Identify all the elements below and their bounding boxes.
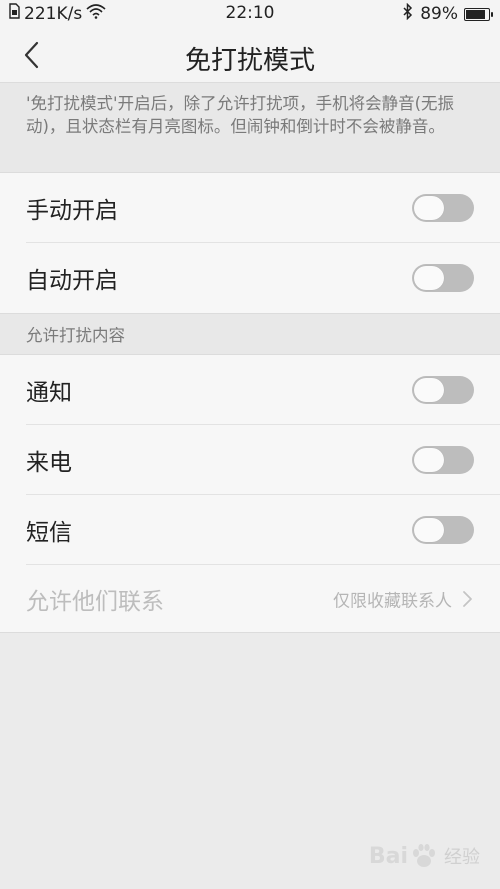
list-bottom-border <box>0 632 500 633</box>
manual-enable-toggle[interactable] <box>412 194 474 222</box>
row-sms: 短信 <box>0 495 500 565</box>
row-calls: 来电 <box>0 425 500 495</box>
status-bar: 221K/s 22:10 89% <box>0 0 500 28</box>
allowed-contacts-label: 允许他们联系 <box>26 588 164 615</box>
auto-enable-toggle[interactable] <box>412 264 474 292</box>
baidu-jingyan-watermark: Bai 经验 <box>369 843 480 869</box>
page-title: 免打扰模式 <box>184 46 315 76</box>
toggle-knob <box>414 266 444 290</box>
screen: 221K/s 22:10 89% 免打扰模式 '免打扰模式'开启后，除了允许打扰… <box>0 0 500 889</box>
chevron-right-icon <box>463 590 472 607</box>
sms-label: 短信 <box>26 520 72 546</box>
mode-description: '免打扰模式'开启后，除了允许打扰项，手机将会静音(无振动)，且状态栏有月亮图标… <box>0 83 500 173</box>
section-header-allow: 允许打扰内容 <box>0 313 500 355</box>
battery-level <box>466 9 485 19</box>
calls-label: 来电 <box>26 450 72 476</box>
row-notifications: 通知 <box>0 355 500 425</box>
paw-icon <box>413 844 435 867</box>
allowed-contacts-value: 仅限收藏联系人 <box>333 591 452 611</box>
calls-toggle[interactable] <box>412 446 474 474</box>
row-allowed-contacts[interactable]: 允许他们联系 仅限收藏联系人 <box>0 565 500 632</box>
sms-toggle[interactable] <box>412 516 474 544</box>
notifications-label: 通知 <box>26 380 72 406</box>
battery-percent: 89% <box>420 4 458 24</box>
row-auto-enable: 自动开启 <box>0 243 500 313</box>
bluetooth-icon <box>402 2 414 25</box>
auto-enable-label: 自动开启 <box>26 268 118 294</box>
toggle-knob <box>414 448 444 472</box>
manual-enable-label: 手动开启 <box>26 198 118 224</box>
toggle-knob <box>414 196 444 220</box>
notifications-toggle[interactable] <box>412 376 474 404</box>
header: 免打扰模式 <box>0 28 500 83</box>
row-manual-enable: 手动开启 <box>0 173 500 243</box>
toggle-knob <box>414 518 444 542</box>
watermark-suffix: 经验 <box>444 847 480 868</box>
status-right: 89% <box>402 2 493 25</box>
section-header-label: 允许打扰内容 <box>26 326 125 345</box>
battery-icon <box>464 7 493 21</box>
watermark-brand: Bai <box>368 843 408 869</box>
toggle-knob <box>414 378 444 402</box>
